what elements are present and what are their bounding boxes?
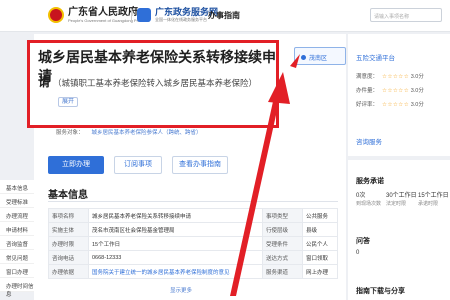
search-input[interactable]: 请输入事项名称 xyxy=(370,8,442,22)
download-share-heading: 指南下载与分享 xyxy=(356,288,405,295)
basic-info-heading: 基本信息 xyxy=(48,190,88,201)
subtitle-rest: （城镇职工基本养老保险转入城乡居民基本养老保险） xyxy=(53,78,258,88)
apply-button[interactable]: 立即办理 xyxy=(48,156,104,174)
cell-key: 行使层级 xyxy=(262,222,304,237)
location-icon xyxy=(301,55,306,60)
page-subtitle: 请（城镇职工基本养老保险转入城乡居民基本养老保险） xyxy=(38,75,283,90)
header-divider xyxy=(131,9,132,23)
rating-value: 3.0分 xyxy=(410,88,424,94)
tab-consult[interactable]: 咨询监督 xyxy=(0,236,34,250)
stat-promise-limit-label: 承诺时限 xyxy=(418,201,439,207)
cell-key: 实施主体 xyxy=(48,222,89,237)
rating-label: 办件量： xyxy=(356,88,379,94)
rating-row-2: 办件量： ☆☆☆☆☆ 3.0分 xyxy=(356,86,424,94)
national-emblem-icon xyxy=(48,7,64,23)
cell-value: 城乡居民基本养老保险关系转移接续申请 xyxy=(87,208,264,223)
platform-link[interactable]: 五险交通平台 xyxy=(356,52,395,62)
guide-button[interactable]: 查看办事指南 xyxy=(172,156,228,174)
expand-button[interactable]: 展开 xyxy=(58,97,79,107)
service-promise-heading: 服务承诺 xyxy=(356,178,384,185)
cell-value: 茂名市茂南区社会保险基金管理局 xyxy=(87,222,264,237)
consult-link[interactable]: 咨询服务 xyxy=(356,136,382,146)
service-scope: 服务对象： 城乡居民基本养老保险参保人（跨统、跨省） xyxy=(56,128,202,136)
basic-info-table: 事项名称 城乡居民基本养老保险关系转移接续申请 事项类型 公共服务 实施主体 茂… xyxy=(48,208,338,279)
stat-visits: 0次 xyxy=(356,193,366,199)
stat-visits-label: 到现场次数 xyxy=(356,201,382,207)
subtitle-lead: 请 xyxy=(38,75,51,89)
star-rating-icon: ☆☆☆☆☆ xyxy=(382,74,410,80)
section-divider xyxy=(48,201,338,202)
cell-key: 事项名称 xyxy=(48,208,89,223)
tab-basic-info[interactable]: 基本信息 xyxy=(0,180,34,194)
cell-key: 服务渠道 xyxy=(262,264,304,279)
top-header: 广东省人民政府 People's Government of Guangdong… xyxy=(0,0,450,32)
stat-legal-limit-label: 法定时限 xyxy=(386,201,407,207)
rating-value: 3.0分 xyxy=(410,102,424,108)
stat-promise-limit: 15个工作日 xyxy=(418,193,449,199)
rating-label: 满意度： xyxy=(356,74,379,80)
service-logo-icon xyxy=(137,7,151,22)
star-rating-icon: ☆☆☆☆☆ xyxy=(382,88,410,94)
cell-value: 公共服务 xyxy=(302,208,338,223)
scope-label: 服务对象： xyxy=(56,130,84,136)
cell-value: 公民个人 xyxy=(302,236,338,251)
table-row: 咨询电话 0668-12333 送达方式 窗口领取 xyxy=(48,250,338,265)
cell-link[interactable]: 国务院关于建立统一的城乡居民基本养老保险制度的意见 xyxy=(87,264,264,279)
region-button[interactable]: 茂南区 xyxy=(294,47,346,65)
show-more-link[interactable]: 显示更多 xyxy=(170,286,192,294)
table-row: 办理依据 国务院关于建立统一的城乡居民基本养老保险制度的意见 服务渠道 网上办理 xyxy=(48,264,338,279)
cell-value: 县级 xyxy=(302,222,338,237)
gov-logo[interactable]: 广东省人民政府 People's Government of Guangdong… xyxy=(48,7,149,23)
tab-time-info[interactable]: 办理时间信息 xyxy=(0,278,34,298)
service-logo[interactable]: 广东政务服务网 全国一体化在线政务服务平台 xyxy=(137,7,218,22)
rating-value: 3.0分 xyxy=(410,74,424,80)
tab-window[interactable]: 窗口办理 xyxy=(0,264,34,278)
cell-key: 送达方式 xyxy=(262,250,304,265)
nav-guide-link[interactable]: 办事指南 xyxy=(208,10,240,21)
cell-value: 窗口领取 xyxy=(302,250,338,265)
region-label: 茂南区 xyxy=(309,56,328,62)
table-row: 实施主体 茂名市茂南区社会保险基金管理局 行使层级 县级 xyxy=(48,222,338,237)
stat-legal-limit: 30个工作日 xyxy=(386,193,417,199)
cell-value: 网上办理 xyxy=(302,264,338,279)
tab-process[interactable]: 办理流程 xyxy=(0,208,34,222)
qa-heading: 问答 xyxy=(356,238,370,245)
subscribe-button[interactable]: 订阅事项 xyxy=(114,156,162,174)
scope-value[interactable]: 城乡居民基本养老保险参保人（跨统、跨省） xyxy=(92,130,202,136)
rating-row-3: 好评率： ☆☆☆☆☆ 3.0分 xyxy=(356,100,424,108)
cell-value: 15个工作日 xyxy=(87,236,264,251)
table-row: 事项名称 城乡居民基本养老保险关系转移接续申请 事项类型 公共服务 xyxy=(48,208,338,223)
cell-key: 咨询电话 xyxy=(48,250,89,265)
rating-row-1: 满意度： ☆☆☆☆☆ 3.0分 xyxy=(356,72,424,80)
cell-key: 办理时限 xyxy=(48,236,89,251)
cell-key: 事项类型 xyxy=(262,208,304,223)
cell-value: 0668-12333 xyxy=(87,250,264,265)
tab-materials[interactable]: 申请材料 xyxy=(0,222,34,236)
cell-key: 受理条件 xyxy=(262,236,304,251)
tab-faq[interactable]: 常见问题 xyxy=(0,250,34,264)
cell-key: 办理依据 xyxy=(48,264,89,279)
rating-label: 好评率： xyxy=(356,102,379,108)
table-row: 办理时限 15个工作日 受理条件 公民个人 xyxy=(48,236,338,251)
left-anchor-tabs: 基本信息 受理标准 办理流程 申请材料 咨询监督 常见问题 窗口办理 办理时间信… xyxy=(0,180,34,298)
tab-criteria[interactable]: 受理标准 xyxy=(0,194,34,208)
qa-count: 0 xyxy=(356,250,360,256)
star-rating-icon: ☆☆☆☆☆ xyxy=(382,102,410,108)
